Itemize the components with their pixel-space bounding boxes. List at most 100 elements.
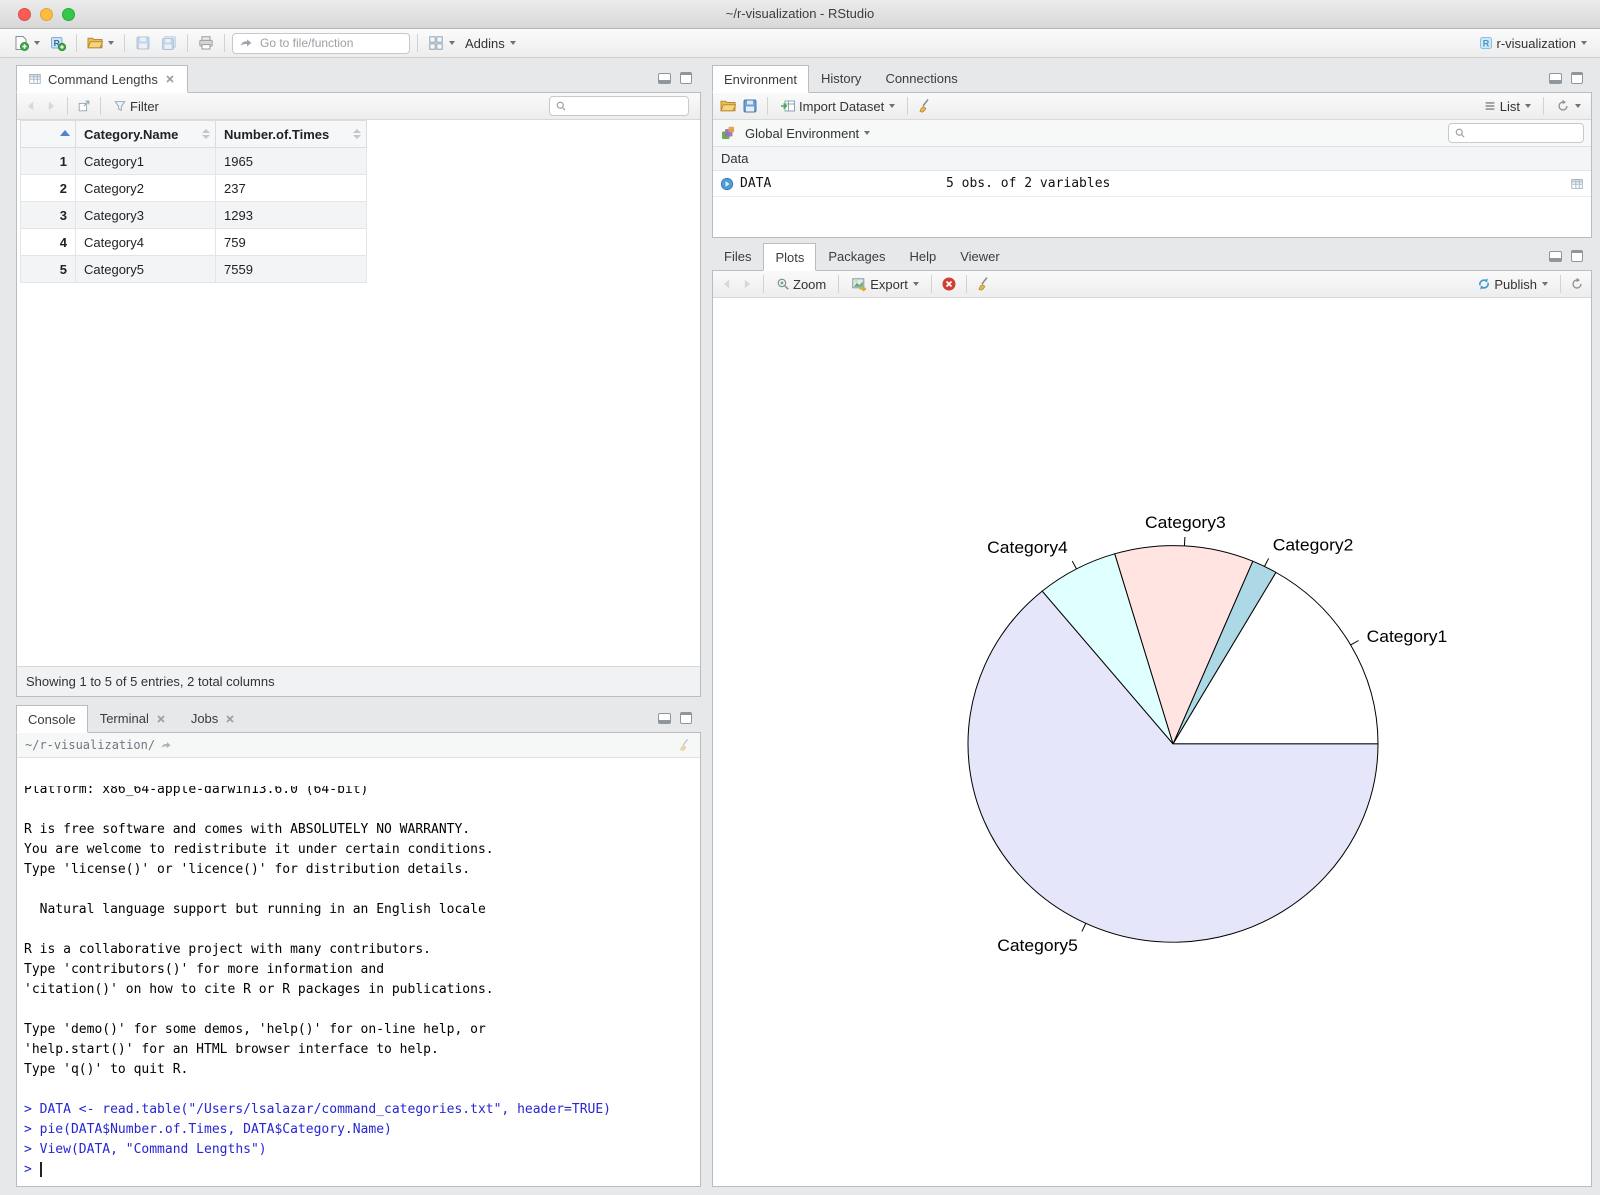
- tab-jobs[interactable]: Jobs: [179, 705, 248, 732]
- import-dataset-button[interactable]: Import Dataset: [777, 96, 898, 116]
- save-button[interactable]: [132, 33, 154, 53]
- tab-files[interactable]: Files: [712, 243, 763, 270]
- export-plot-button[interactable]: Export: [848, 274, 922, 294]
- pie-chart: Category1 Category2 Category3 Category4 Cate…: [967, 512, 1447, 955]
- tab-history[interactable]: History: [809, 65, 873, 92]
- tab-viewer[interactable]: Viewer: [948, 243, 1012, 270]
- row-number-header[interactable]: [20, 120, 76, 148]
- tab-packages[interactable]: Packages: [816, 243, 897, 270]
- text-cursor: [39, 1162, 42, 1177]
- expand-object-icon[interactable]: [720, 177, 734, 191]
- publish-button[interactable]: Publish: [1474, 275, 1551, 294]
- tab-label: Terminal: [99, 711, 149, 726]
- console-line: R is a collaborative project with many c…: [24, 942, 431, 957]
- save-all-button[interactable]: [158, 33, 180, 53]
- pane-layout-button[interactable]: [425, 33, 458, 53]
- addins-button[interactable]: Addins: [462, 34, 519, 53]
- open-folder-icon: [87, 37, 103, 49]
- toolbar-separator: [100, 97, 101, 115]
- console-line: Type 'license()' or 'licence()' for dist…: [24, 862, 471, 877]
- tab-terminal[interactable]: Terminal: [88, 705, 179, 732]
- toolbar-separator: [838, 275, 840, 293]
- clear-plots-broom-icon[interactable]: [976, 276, 992, 292]
- minimize-pane-icon[interactable]: [1549, 72, 1562, 84]
- search-icon: [556, 101, 566, 111]
- refresh-environment-button[interactable]: [1553, 97, 1584, 115]
- rstudio-window: ~/r-visualization - RStudio R Go to file…: [0, 0, 1600, 1195]
- maximize-pane-icon[interactable]: [680, 72, 692, 84]
- environment-search-box[interactable]: [1448, 123, 1584, 143]
- maximize-pane-icon[interactable]: [680, 712, 692, 724]
- toolbar-separator: [124, 34, 125, 52]
- close-icon[interactable]: [155, 713, 167, 725]
- tab-environment[interactable]: Environment: [712, 65, 809, 93]
- tab-help[interactable]: Help: [897, 243, 948, 270]
- clear-console-broom-icon[interactable]: [678, 738, 692, 752]
- import-dataset-label: Import Dataset: [799, 98, 885, 114]
- toolbar-separator: [417, 34, 418, 52]
- tab-command-lengths[interactable]: Command Lengths: [16, 65, 188, 93]
- previous-plot-icon[interactable]: [720, 277, 734, 291]
- toolbar-separator: [1543, 97, 1544, 115]
- minimize-pane-icon[interactable]: [1549, 250, 1562, 262]
- view-table-icon[interactable]: [1570, 177, 1584, 191]
- filter-button[interactable]: Filter: [110, 97, 162, 116]
- chevron-down-icon: [1581, 41, 1587, 45]
- working-directory-label: ~/r-visualization/: [25, 738, 156, 752]
- goto-file-input[interactable]: [258, 35, 403, 51]
- table-search-box[interactable]: [549, 96, 689, 116]
- zoom-plot-button[interactable]: Zoom: [773, 275, 829, 294]
- open-in-new-window-icon[interactable]: [77, 99, 91, 113]
- maximize-pane-icon[interactable]: [1571, 72, 1583, 84]
- next-plot-icon[interactable]: [740, 277, 754, 291]
- environment-scope-selector[interactable]: Global Environment: [742, 124, 873, 143]
- tab-console[interactable]: Console: [16, 705, 88, 733]
- goto-directory-icon[interactable]: [160, 739, 172, 751]
- pane-window-buttons: [658, 712, 692, 724]
- chevron-down-icon: [889, 104, 896, 108]
- chevron-down-icon: [34, 41, 40, 45]
- data-table: Category.Name Number.of.Times 1 Category1…: [20, 120, 367, 283]
- close-icon[interactable]: [164, 73, 176, 85]
- save-workspace-icon[interactable]: [742, 98, 758, 114]
- table-cell: Category4: [75, 228, 216, 256]
- toolbar-separator: [767, 97, 768, 115]
- open-file-button[interactable]: [84, 33, 117, 53]
- clear-environment-broom-icon[interactable]: [917, 98, 933, 114]
- remove-plot-icon[interactable]: [941, 276, 957, 292]
- project-switcher[interactable]: R r-visualization: [1475, 33, 1590, 53]
- console-output-area[interactable]: Platform: x86_64-apple-darwin13.6.0 (64-…: [17, 786, 700, 1186]
- tab-label: Command Lengths: [48, 71, 158, 87]
- list-view-button[interactable]: List: [1480, 97, 1534, 116]
- minimize-pane-icon[interactable]: [658, 712, 671, 724]
- minimize-pane-icon[interactable]: [658, 72, 671, 84]
- refresh-plot-icon[interactable]: [1570, 277, 1584, 291]
- tab-label: Help: [909, 249, 937, 264]
- console-prompt-line[interactable]: >: [24, 1160, 700, 1180]
- load-workspace-folder-icon[interactable]: [720, 98, 736, 114]
- maximize-pane-icon[interactable]: [1571, 250, 1583, 262]
- console-command: > DATA <- read.table("/Users/lsalazar/co…: [24, 1102, 611, 1117]
- tab-plots[interactable]: Plots: [763, 243, 817, 271]
- print-button[interactable]: [195, 33, 217, 53]
- close-icon[interactable]: [224, 713, 236, 725]
- toolbar-separator: [930, 275, 932, 293]
- table-search-input[interactable]: [571, 98, 683, 114]
- new-project-button[interactable]: R: [47, 33, 69, 53]
- forward-icon[interactable]: [44, 99, 58, 113]
- tab-connections[interactable]: Connections: [873, 65, 969, 92]
- import-dataset-icon: [781, 100, 795, 112]
- back-icon[interactable]: [24, 99, 38, 113]
- console-line: R is free software and comes with ABSOLU…: [24, 822, 471, 837]
- column-header-number-of-times[interactable]: Number.of.Times: [215, 120, 367, 148]
- data-table-body: 1 Category1 1965 2 Category2 237 3 Category3 129…: [20, 147, 367, 283]
- column-header-category-name[interactable]: Category.Name: [75, 120, 216, 148]
- environment-search-input[interactable]: [1470, 125, 1578, 141]
- filter-label: Filter: [130, 98, 159, 114]
- environment-tabstrip: Environment History Connections: [712, 65, 1592, 93]
- goto-file-box[interactable]: [232, 32, 410, 54]
- new-file-icon: [15, 36, 29, 51]
- environment-object-row[interactable]: DATA 5 obs. of 2 variables: [713, 171, 1591, 197]
- new-file-button[interactable]: [10, 33, 43, 53]
